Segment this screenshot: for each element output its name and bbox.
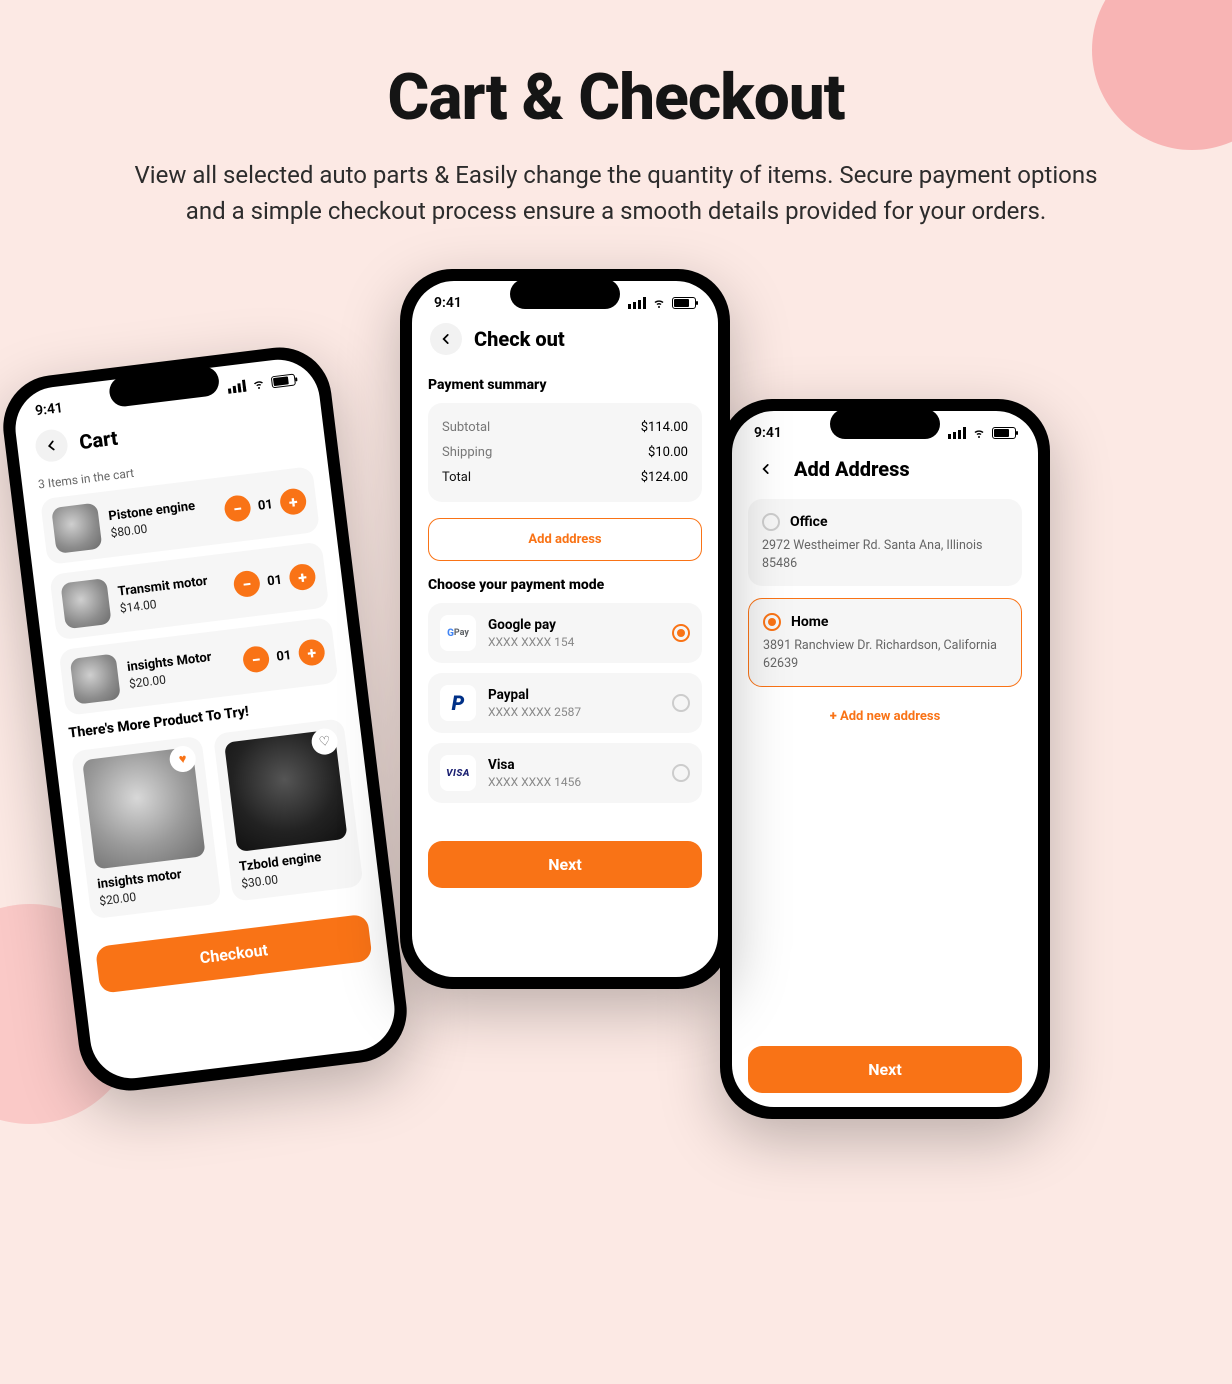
battery-icon	[672, 297, 696, 309]
address-name: Office	[790, 514, 828, 530]
battery-icon	[271, 374, 296, 389]
payment-option-visa[interactable]: VISA Visa XXXX XXXX 1456	[428, 743, 702, 803]
total-value: $124.00	[641, 470, 688, 485]
address-text: 3891 Ranchview Dr. Richardson, Californi…	[763, 637, 1007, 672]
wifi-icon	[250, 377, 267, 391]
radio-unselected[interactable]	[672, 764, 690, 782]
phone-address: 9:41 Add Address Office	[720, 399, 1050, 1119]
back-button[interactable]	[34, 428, 70, 464]
address-card-office[interactable]: Office 2972 Westheimer Rd. Santa Ana, Il…	[748, 499, 1022, 586]
status-time: 9:41	[434, 295, 462, 311]
radio-unselected[interactable]	[762, 513, 780, 531]
wifi-icon	[971, 427, 987, 439]
add-new-address-button[interactable]: Add new address	[748, 699, 1022, 734]
payment-mask: XXXX XXXX 1456	[488, 775, 660, 789]
screen-title: Check out	[474, 327, 565, 351]
chevron-left-icon	[44, 438, 60, 454]
radio-unselected[interactable]	[672, 694, 690, 712]
payment-mask: XXXX XXXX 154	[488, 635, 660, 649]
signal-icon	[948, 427, 966, 439]
payment-mask: XXXX XXXX 2587	[488, 705, 660, 719]
subtotal-value: $114.00	[641, 420, 688, 435]
qty-plus-button[interactable]: +	[288, 563, 317, 592]
payment-name: Google pay	[488, 617, 660, 633]
payment-summary-title: Payment summary	[428, 377, 702, 393]
phone-checkout: 9:41 Check out Payment summary Subtotal $…	[400, 269, 730, 989]
payment-name: Visa	[488, 757, 660, 773]
back-button[interactable]	[430, 323, 462, 355]
qty-value: 01	[256, 497, 276, 514]
payment-summary: Subtotal $114.00 Shipping $10.00 Total $124…	[428, 403, 702, 502]
shipping-label: Shipping	[442, 445, 492, 460]
page-subtitle: View all selected auto parts & Easily ch…	[120, 157, 1112, 229]
status-time: 9:41	[34, 400, 64, 419]
visa-icon: VISA	[440, 755, 476, 791]
signal-icon	[227, 380, 246, 394]
product-thumb	[70, 653, 121, 704]
address-name: Home	[791, 614, 828, 630]
phone-notch	[510, 279, 620, 309]
payment-name: Paypal	[488, 687, 660, 703]
screen-title: Add Address	[794, 457, 910, 481]
address-text: 2972 Westheimer Rd. Santa Ana, Illinois …	[762, 537, 1008, 572]
signal-icon	[628, 297, 646, 309]
subtotal-label: Subtotal	[442, 420, 490, 435]
qty-minus-button[interactable]: −	[242, 645, 271, 674]
qty-value: 01	[274, 647, 294, 664]
qty-minus-button[interactable]: −	[232, 569, 261, 598]
payment-option-gpay[interactable]: G Pay Google pay XXXX XXXX 154	[428, 603, 702, 663]
address-card-home[interactable]: Home 3891 Ranchview Dr. Richardson, Cali…	[748, 598, 1022, 687]
payment-option-paypal[interactable]: P Paypal XXXX XXXX 2587	[428, 673, 702, 733]
radio-selected[interactable]	[763, 613, 781, 631]
product-card[interactable]: ♥ insights motor $20.00	[71, 736, 222, 920]
chevron-left-icon	[759, 462, 773, 476]
back-button[interactable]	[750, 453, 782, 485]
chevron-left-icon	[439, 332, 453, 346]
shipping-value: $10.00	[648, 445, 688, 460]
wifi-icon	[651, 297, 667, 309]
status-time: 9:41	[754, 425, 782, 441]
next-button[interactable]: Next	[748, 1046, 1022, 1093]
qty-value: 01	[265, 572, 285, 589]
qty-minus-button[interactable]: −	[223, 494, 252, 523]
page-title: Cart & Checkout	[120, 60, 1112, 135]
radio-selected[interactable]	[672, 624, 690, 642]
next-button[interactable]: Next	[428, 841, 702, 888]
add-address-button[interactable]: Add address	[428, 518, 702, 561]
paypal-icon: P	[440, 685, 476, 721]
qty-plus-button[interactable]: +	[279, 487, 308, 516]
phone-notch	[830, 409, 940, 439]
heart-icon: ♥	[178, 751, 188, 768]
qty-plus-button[interactable]: +	[297, 638, 326, 667]
gpay-icon: G Pay	[440, 615, 476, 651]
product-thumb	[51, 503, 102, 554]
battery-icon	[992, 427, 1016, 439]
total-label: Total	[442, 470, 471, 485]
product-card[interactable]: ♡ Tzbold engine $30.00	[213, 718, 364, 902]
payment-mode-title: Choose your payment mode	[428, 577, 702, 593]
heart-icon: ♡	[318, 733, 331, 749]
phone-cart: 9:41 Cart 3 Items in the cart Pi	[0, 342, 413, 1097]
product-thumb	[60, 578, 111, 629]
screen-title: Cart	[78, 426, 119, 455]
